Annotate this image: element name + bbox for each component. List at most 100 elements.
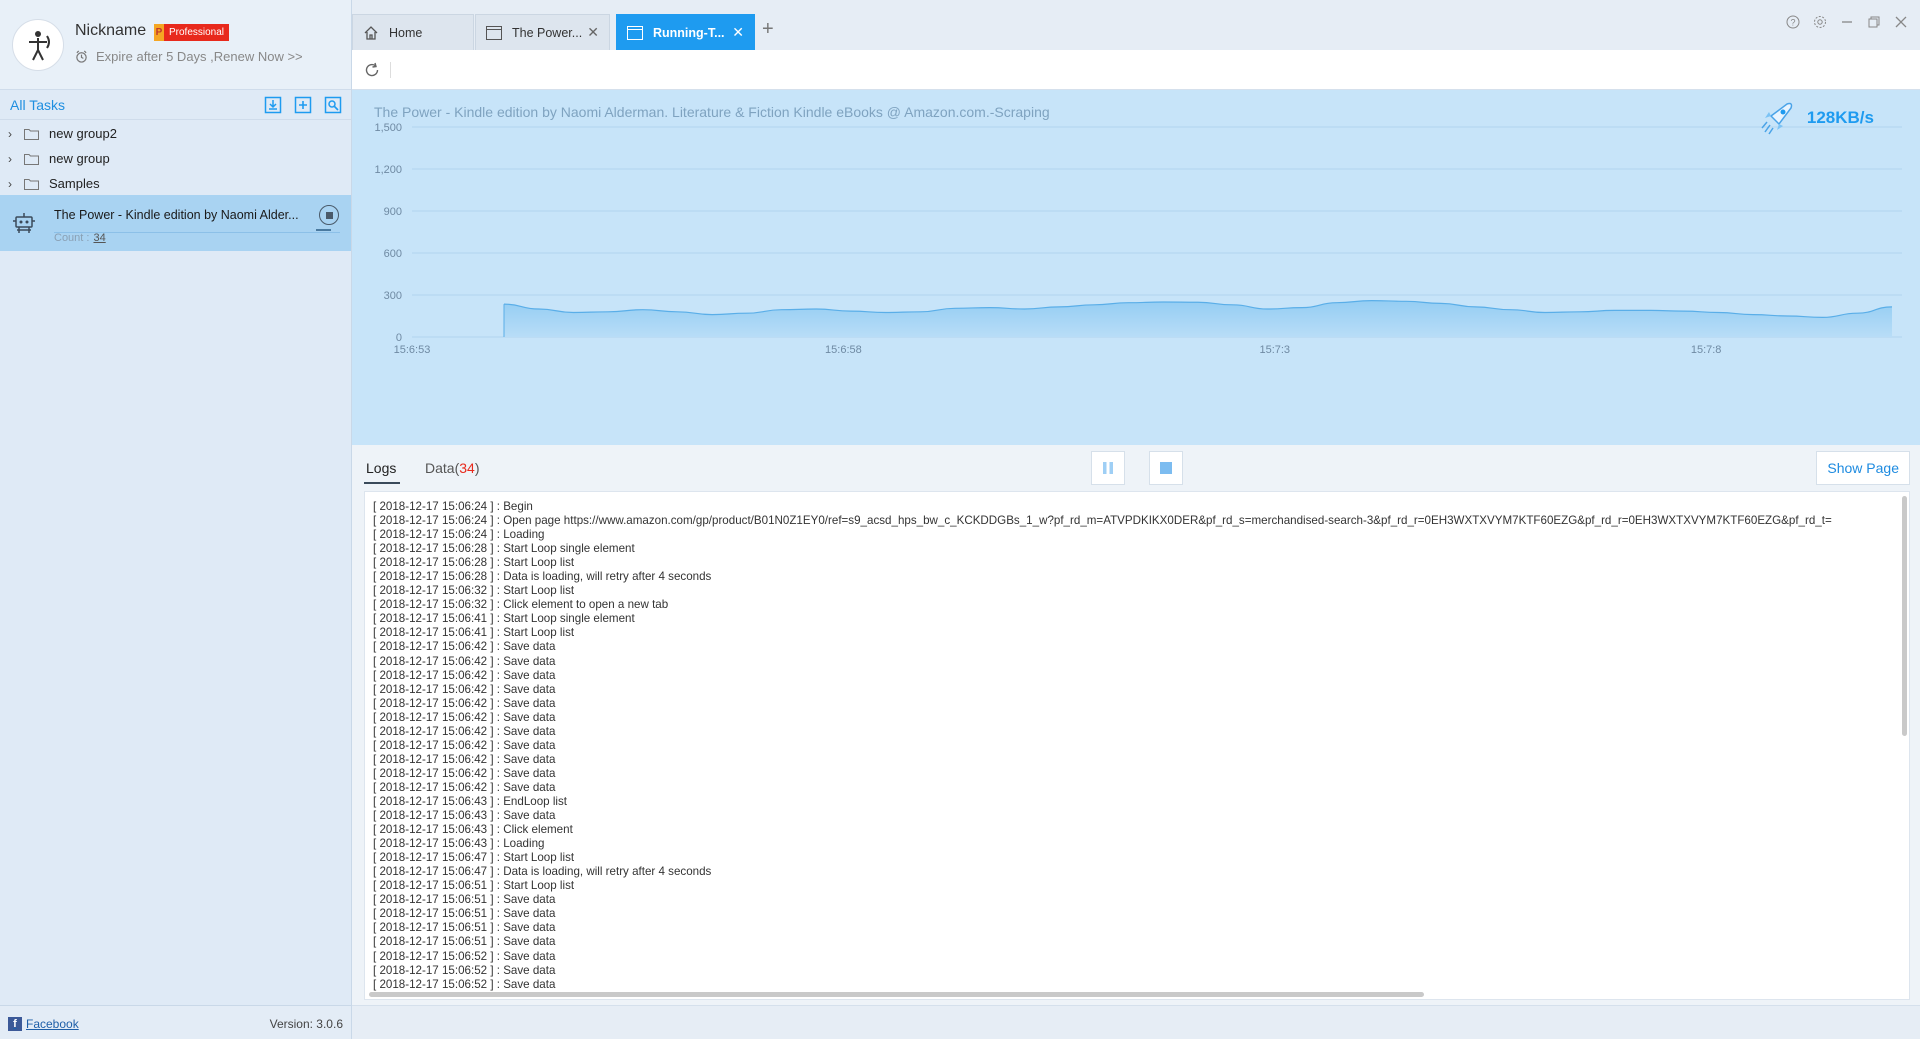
log-output[interactable]: [ 2018-12-17 15:06:24 ] : Begin[ 2018-12… (364, 491, 1910, 1000)
group-label: Samples (49, 176, 100, 191)
tab-label[interactable]: Home (389, 26, 422, 40)
log-line: [ 2018-12-17 15:06:43 ] : EndLoop list (373, 794, 568, 808)
page-icon (627, 25, 643, 40)
log-line: [ 2018-12-17 15:06:41 ] : Start Loop sin… (373, 612, 635, 626)
log-line: [ 2018-12-17 15:06:51 ] : Save data (373, 921, 556, 935)
speed-indicator: 128KB/s (1757, 98, 1874, 138)
home-icon (363, 25, 379, 41)
group-item[interactable]: › new group2 (0, 121, 351, 146)
pause-button[interactable] (1091, 451, 1125, 485)
search-task-button[interactable] (323, 95, 343, 115)
facebook-label[interactable]: Facebook (26, 1017, 79, 1031)
nickname: Nickname (75, 22, 147, 39)
log-line: [ 2018-12-17 15:06:51 ] : Save data (373, 935, 556, 949)
tab-label[interactable]: Running-T... (653, 26, 725, 40)
log-line: [ 2018-12-17 15:06:28 ] : Data is loadin… (373, 570, 712, 584)
tab-data[interactable]: Data(34) (425, 460, 479, 476)
help-icon[interactable]: ? (1785, 14, 1800, 29)
task-progress-bar (316, 229, 331, 231)
logs-tabs: Logs Data(34) Show Page (352, 445, 1920, 485)
stop-icon (325, 211, 333, 219)
group-item[interactable]: › Samples (0, 171, 351, 196)
tab-data-label: Data( (425, 460, 460, 476)
import-task-button[interactable] (263, 95, 283, 115)
tab-logs[interactable]: Logs (366, 460, 396, 476)
page-icon (486, 25, 502, 40)
expire-text[interactable]: Expire after 5 Days ,Renew Now >> (96, 49, 303, 64)
avatar[interactable] (12, 19, 64, 71)
log-line: [ 2018-12-17 15:06:32 ] : Start Loop lis… (373, 584, 575, 598)
tab-label[interactable]: The Power... (512, 26, 582, 40)
restore-icon[interactable] (1866, 14, 1881, 29)
rocket-icon (1761, 102, 1793, 135)
log-line: [ 2018-12-17 15:06:42 ] : Save data (373, 780, 556, 794)
version-text: Version: 3.0.6 (269, 1017, 343, 1031)
y-tick-label: 0 (396, 332, 402, 344)
folder-icon (24, 153, 39, 165)
log-line: [ 2018-12-17 15:06:24 ] : Open page http… (373, 514, 1832, 528)
chevron-right-icon[interactable]: › (8, 152, 18, 166)
log-line: [ 2018-12-17 15:06:51 ] : Save data (373, 907, 556, 921)
log-line: [ 2018-12-17 15:06:24 ] : Begin (373, 500, 533, 513)
speed-chart: 1,500 1,200 900 600 300 015:6:53 15:6:58 15:7:3… (374, 122, 1902, 356)
close-icon[interactable]: ✕ (587, 24, 599, 41)
log-line: [ 2018-12-17 15:06:47 ] : Data is loadin… (373, 865, 712, 879)
log-line: [ 2018-12-17 15:06:28 ] : Start Loop sin… (373, 542, 635, 556)
professional-badge: P Professional (154, 24, 230, 41)
show-page-button[interactable]: Show Page (1816, 451, 1910, 485)
log-line: [ 2018-12-17 15:06:52 ] : Save data (373, 949, 556, 963)
tab-home[interactable]: Home (352, 14, 474, 50)
tab-running-task[interactable]: Running-T... ✕ (616, 14, 755, 50)
folder-icon (24, 178, 39, 190)
y-tick-label: 300 (384, 290, 402, 302)
close-icon[interactable]: ✕ (732, 24, 744, 41)
running-task-item[interactable]: The Power - Kindle edition by Naomi Alde… (0, 195, 351, 251)
settings-icon[interactable] (1812, 14, 1827, 29)
refresh-icon[interactable] (364, 62, 380, 81)
sidebar: Nickname P Professional Expire after 5 D… (0, 0, 352, 1039)
tab-the-power[interactable]: The Power... ✕ (475, 14, 610, 50)
sidebar-footer: f Facebook Version: 3.0.6 (0, 1005, 351, 1039)
search-icon (324, 96, 342, 114)
facebook-icon: f (8, 1017, 22, 1031)
profile-panel: Nickname P Professional Expire after 5 D… (0, 0, 351, 90)
count-value[interactable]: 34 (93, 232, 105, 244)
new-task-button[interactable] (293, 95, 313, 115)
robot-icon (12, 211, 36, 238)
x-tick-label: 15:6:58 (825, 344, 862, 356)
stop-task-button[interactable] (319, 205, 339, 225)
task-name[interactable]: The Power - Kindle edition by Naomi Alde… (54, 208, 300, 222)
horizontal-scrollbar[interactable] (369, 992, 1424, 997)
pause-icon (1103, 462, 1113, 474)
folder-icon (24, 128, 39, 140)
facebook-link[interactable]: f Facebook (8, 1017, 79, 1031)
log-line: [ 2018-12-17 15:06:52 ] : Save data (373, 963, 556, 977)
divider (390, 62, 391, 78)
log-line: [ 2018-12-17 15:06:42 ] : Save data (373, 668, 556, 682)
new-tab-button[interactable]: + (762, 18, 774, 41)
log-line: [ 2018-12-17 15:06:41 ] : Start Loop lis… (373, 626, 575, 640)
chevron-right-icon[interactable]: › (8, 127, 18, 141)
stop-button[interactable] (1149, 451, 1183, 485)
vertical-scrollbar[interactable] (1902, 496, 1907, 736)
svg-text:?: ? (1790, 17, 1795, 27)
log-line: [ 2018-12-17 15:06:42 ] : Save data (373, 752, 556, 766)
count-label: Count : (54, 232, 90, 244)
log-lines: [ 2018-12-17 15:06:24 ] : Begin[ 2018-12… (373, 500, 1832, 992)
log-line: [ 2018-12-17 15:06:42 ] : Save data (373, 654, 556, 668)
series-area (504, 300, 1892, 337)
log-line: [ 2018-12-17 15:06:24 ] : Loading (373, 528, 545, 542)
group-item[interactable]: › new group (0, 146, 351, 171)
x-tick-label: 15:7:3 (1259, 344, 1290, 356)
badge-letter: P (154, 24, 164, 41)
log-line: [ 2018-12-17 15:06:42 ] : Save data (373, 682, 556, 696)
alarm-clock-icon (76, 50, 87, 63)
close-window-icon[interactable] (1893, 14, 1908, 29)
minimize-icon[interactable] (1839, 14, 1854, 29)
all-tasks-title[interactable]: All Tasks (10, 97, 65, 113)
tab-data-close: ) (474, 460, 480, 476)
x-tick-label: 15:6:53 (394, 344, 431, 356)
task-tree: › new group2 › new group › Samples (0, 121, 351, 196)
expire-notice[interactable]: Expire after 5 Days ,Renew Now >> (75, 49, 303, 64)
chevron-right-icon[interactable]: › (8, 177, 18, 191)
